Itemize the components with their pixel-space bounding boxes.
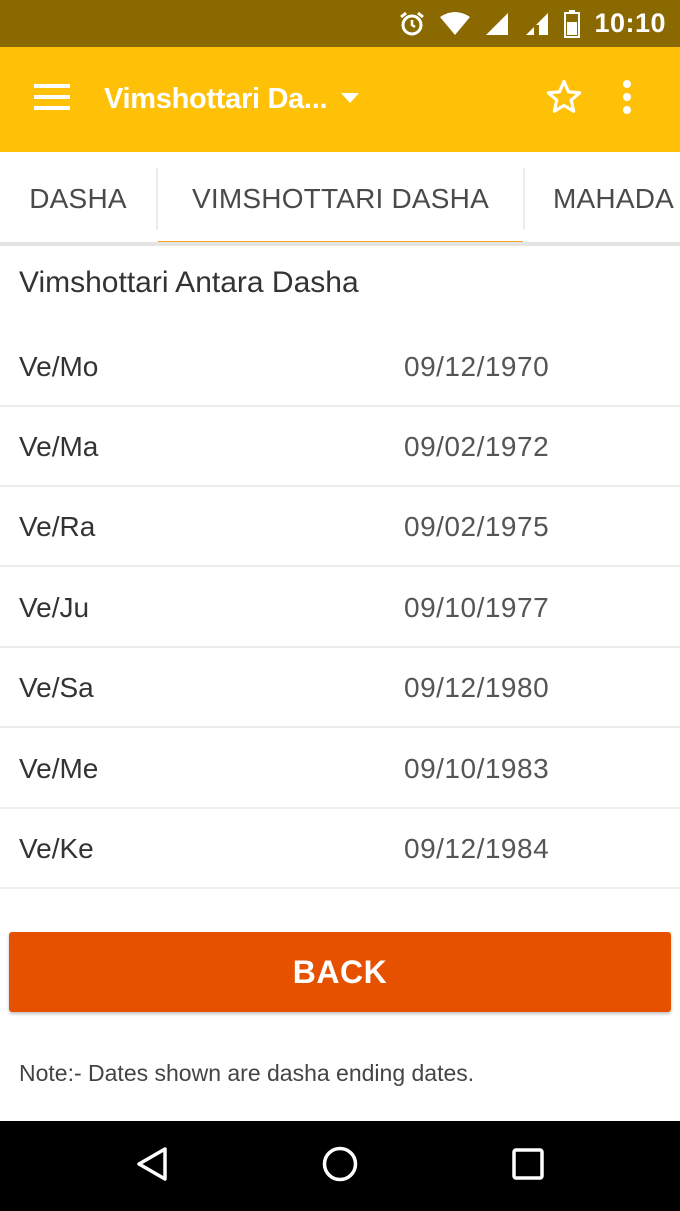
dasha-end-date: 09/10/1983	[404, 753, 550, 784]
dasha-period: Ve/Ke	[19, 833, 94, 864]
status-time: 10:10	[594, 8, 666, 38]
more-vert-icon	[622, 79, 632, 120]
table-row: Ve/Mo 09/12/1970	[0, 327, 680, 407]
signal-icon	[484, 11, 510, 37]
table-row: Ve/Ke 09/12/1984	[0, 809, 680, 889]
table-row: Ve/Sa 09/12/1980	[0, 648, 680, 728]
section-title: Vimshottari Antara Dasha	[19, 266, 359, 299]
table-row: Ve/Ra 09/02/1975	[0, 487, 680, 567]
app-title: Vimshottari Da...	[104, 82, 328, 115]
app-bar: Vimshottari Da...	[0, 47, 680, 152]
tab-mahadasha[interactable]: MAHADA	[525, 152, 680, 242]
nav-back-icon	[135, 1146, 169, 1187]
table-row: Ve/Ma 09/02/1972	[0, 407, 680, 487]
dasha-period: Ve/Ra	[19, 511, 96, 542]
table-row: Ve/Ju 09/10/1977	[0, 568, 680, 648]
battery-icon	[564, 9, 581, 38]
dasha-end-date: 09/12/1984	[404, 833, 550, 864]
dasha-period: Ve/Mo	[19, 351, 99, 382]
note-text: Note:- Dates shown are dasha ending date…	[19, 1060, 475, 1086]
table-row: Ve/Me 09/10/1983	[0, 729, 680, 809]
more-options-button[interactable]	[604, 73, 650, 125]
dasha-period: Ve/Sa	[19, 672, 94, 703]
hamburger-menu-icon	[34, 83, 70, 115]
dasha-end-date: 09/10/1977	[404, 592, 550, 623]
star-outline-icon	[545, 79, 583, 120]
dasha-end-date: 09/12/1970	[404, 351, 550, 382]
back-button[interactable]: BACK	[9, 932, 671, 1012]
tab-dasha[interactable]: DASHA	[0, 152, 156, 242]
tab-bar: DASHA VIMSHOTTARI DASHA MAHADA	[0, 152, 680, 246]
status-icons: 10:10	[398, 0, 666, 47]
wifi-icon	[440, 11, 471, 37]
dropdown-arrow-icon	[341, 90, 360, 108]
nav-home-icon	[321, 1145, 359, 1188]
dasha-end-date: 09/12/1980	[404, 672, 550, 703]
signal-icon	[524, 11, 550, 37]
status-bar: 10:10	[0, 0, 680, 47]
system-nav-bar	[0, 1121, 680, 1211]
favorite-button[interactable]	[538, 73, 590, 125]
alarm-icon	[398, 10, 426, 38]
dasha-end-date: 09/02/1972	[404, 431, 550, 462]
dasha-period: Ve/Ma	[19, 431, 99, 462]
nav-recents-button[interactable]	[483, 1121, 573, 1211]
dasha-end-date: 09/02/1975	[404, 511, 550, 542]
menu-button[interactable]	[22, 73, 82, 125]
nav-home-button[interactable]	[295, 1121, 385, 1211]
dasha-period: Ve/Me	[19, 753, 99, 784]
title-dropdown[interactable]: Vimshottari Da...	[104, 73, 360, 125]
dasha-period: Ve/Ju	[19, 592, 90, 623]
nav-recents-icon	[511, 1147, 545, 1186]
nav-back-button[interactable]	[107, 1121, 197, 1211]
tab-vimshottari-dasha[interactable]: VIMSHOTTARI DASHA	[158, 152, 523, 242]
